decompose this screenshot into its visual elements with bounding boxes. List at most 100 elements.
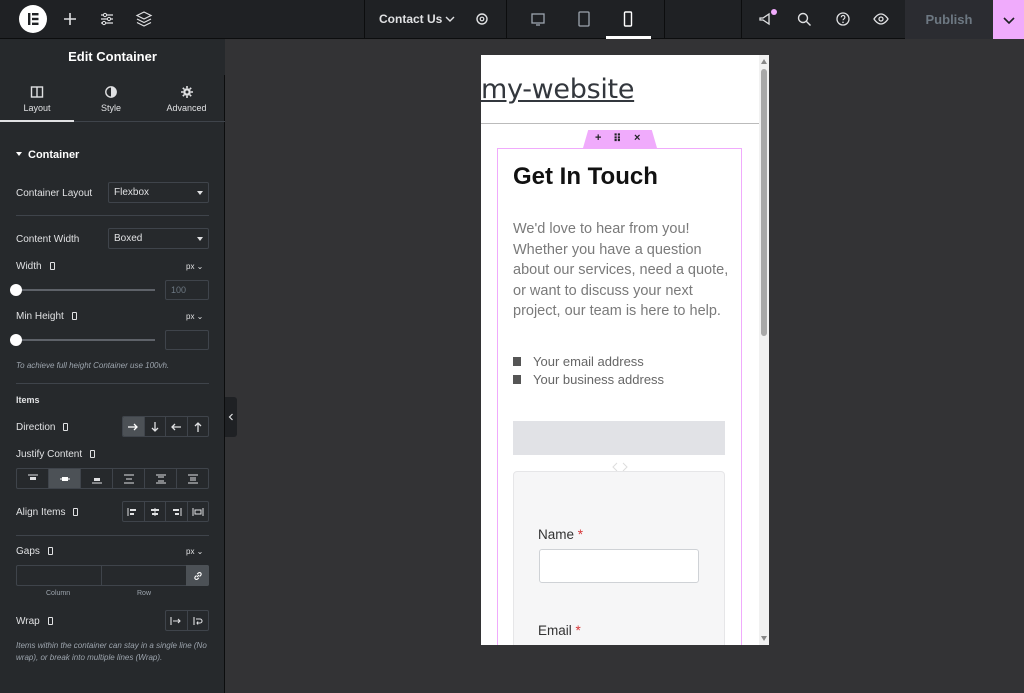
gap-row-input[interactable] [102, 566, 187, 585]
mobile-icon[interactable] [618, 9, 638, 29]
mobile-device-icon[interactable] [49, 262, 55, 271]
name-input[interactable] [539, 549, 699, 583]
gap-column-input[interactable] [17, 566, 102, 585]
publish-button[interactable]: Publish [905, 0, 993, 39]
mobile-device-icon[interactable] [63, 423, 69, 432]
min-height-label-text: Min Height [16, 311, 64, 322]
contrast-icon [105, 86, 117, 98]
scroll-up-arrow-icon[interactable] [761, 59, 767, 64]
min-height-slider-track[interactable] [16, 339, 155, 341]
email-info: Your email address [513, 354, 644, 369]
close-icon[interactable]: × [634, 132, 640, 144]
header-divider [481, 123, 761, 124]
direction-row-button[interactable] [123, 417, 145, 436]
min-height-input[interactable] [165, 330, 209, 350]
wrap-button[interactable] [188, 611, 209, 630]
arrow-left-icon [171, 423, 182, 430]
justify-space-evenly-button[interactable] [177, 469, 208, 488]
wrap-hint: Items within the container can stay in a… [16, 641, 207, 662]
mobile-device-icon[interactable] [73, 508, 79, 517]
chevron-down-icon[interactable] [440, 9, 460, 29]
justify-start-icon [27, 474, 38, 480]
email-label-text: Email [538, 623, 572, 638]
align-end-button[interactable] [166, 502, 188, 521]
scroll-down-arrow-icon[interactable] [761, 636, 767, 641]
width-label-text: Width [16, 261, 42, 272]
location-icon [513, 375, 521, 385]
contact-heading: Get In Touch [513, 163, 658, 190]
container-layout-select[interactable]: Flexbox [108, 182, 209, 203]
tab-style[interactable]: Style [74, 75, 148, 122]
tablet-icon[interactable] [574, 9, 594, 29]
divider [16, 383, 209, 384]
required-asterisk: * [577, 527, 584, 542]
search-icon[interactable] [794, 9, 814, 29]
email-icon [513, 357, 521, 367]
editor-panel: Edit Container Layout Style Advanced Con… [0, 39, 225, 693]
direction-row-reverse-button[interactable] [166, 417, 188, 436]
container-layout-label: Container Layout [16, 188, 93, 199]
input-placeholder: 100 [171, 285, 187, 295]
arrow-down-icon [151, 421, 159, 432]
unit-text: px [186, 547, 195, 556]
space-evenly-icon [187, 474, 198, 483]
tab-advanced[interactable]: Advanced [148, 75, 225, 122]
direction-control [122, 416, 209, 437]
gaps-unit-select[interactable]: px ⌄ [186, 547, 203, 556]
min-height-hint: To achieve full height Container use 100… [16, 361, 170, 370]
no-wrap-button[interactable] [166, 611, 188, 630]
drag-handle-icon[interactable]: ⠿ [613, 132, 622, 145]
mobile-device-icon[interactable] [47, 617, 53, 626]
publish-options-button[interactable] [993, 0, 1024, 39]
site-title-link[interactable]: my-website [481, 74, 634, 105]
align-end-icon [173, 507, 182, 516]
page-settings-gear-icon[interactable] [472, 9, 492, 29]
elementor-logo-icon[interactable] [19, 5, 47, 33]
page-title[interactable]: Contact Us [379, 12, 442, 26]
align-items-label: Align Items [16, 507, 79, 518]
justify-space-around-button[interactable] [145, 469, 177, 488]
align-stretch-button[interactable] [188, 502, 209, 521]
width-slider-thumb[interactable] [10, 284, 22, 296]
align-start-button[interactable] [123, 502, 145, 521]
add-icon[interactable]: + [595, 132, 601, 144]
structure-icon[interactable] [134, 9, 154, 29]
mobile-device-icon[interactable] [47, 547, 53, 556]
contact-paragraph: We'd love to hear from you! Whether you … [513, 221, 729, 319]
direction-column-reverse-button[interactable] [188, 417, 209, 436]
desktop-icon[interactable] [528, 9, 548, 29]
width-slider-track[interactable] [16, 289, 155, 291]
direction-label: Direction [16, 422, 69, 433]
align-start-icon [127, 507, 137, 516]
direction-column-button[interactable] [145, 417, 166, 436]
justify-content-control [16, 468, 209, 489]
site-settings-icon[interactable] [97, 9, 117, 29]
mobile-device-icon[interactable] [90, 450, 96, 459]
justify-center-button[interactable] [49, 469, 81, 488]
min-height-slider-thumb[interactable] [10, 334, 22, 346]
gap-row-caption: Row [137, 590, 152, 597]
link-values-button[interactable] [186, 565, 209, 586]
justify-start-button[interactable] [17, 469, 49, 488]
gaps-label-text: Gaps [16, 546, 40, 557]
scrollbar-thumb[interactable] [761, 69, 767, 336]
section-toggle-container[interactable]: Container [16, 149, 79, 161]
width-input[interactable]: 100 [165, 280, 209, 300]
min-height-unit-select[interactable]: px ⌄ [186, 312, 203, 321]
placeholder-widget[interactable] [513, 421, 725, 455]
justify-space-between-button[interactable] [113, 469, 145, 488]
collapse-panel-button[interactable] [225, 397, 237, 437]
unit-text: px [186, 312, 195, 321]
add-element-icon[interactable] [60, 9, 80, 29]
content-width-select[interactable]: Boxed [108, 228, 209, 249]
width-unit-select[interactable]: px ⌄ [186, 262, 203, 271]
mobile-device-icon[interactable] [71, 312, 77, 321]
align-stretch-icon [192, 507, 204, 516]
tab-layout[interactable]: Layout [0, 75, 74, 122]
select-value: Flexbox [114, 187, 150, 198]
min-height-label: Min Height [16, 311, 77, 322]
justify-end-button[interactable] [81, 469, 113, 488]
help-icon[interactable] [833, 9, 853, 29]
preview-eye-icon[interactable] [871, 9, 891, 29]
align-center-button[interactable] [145, 502, 166, 521]
